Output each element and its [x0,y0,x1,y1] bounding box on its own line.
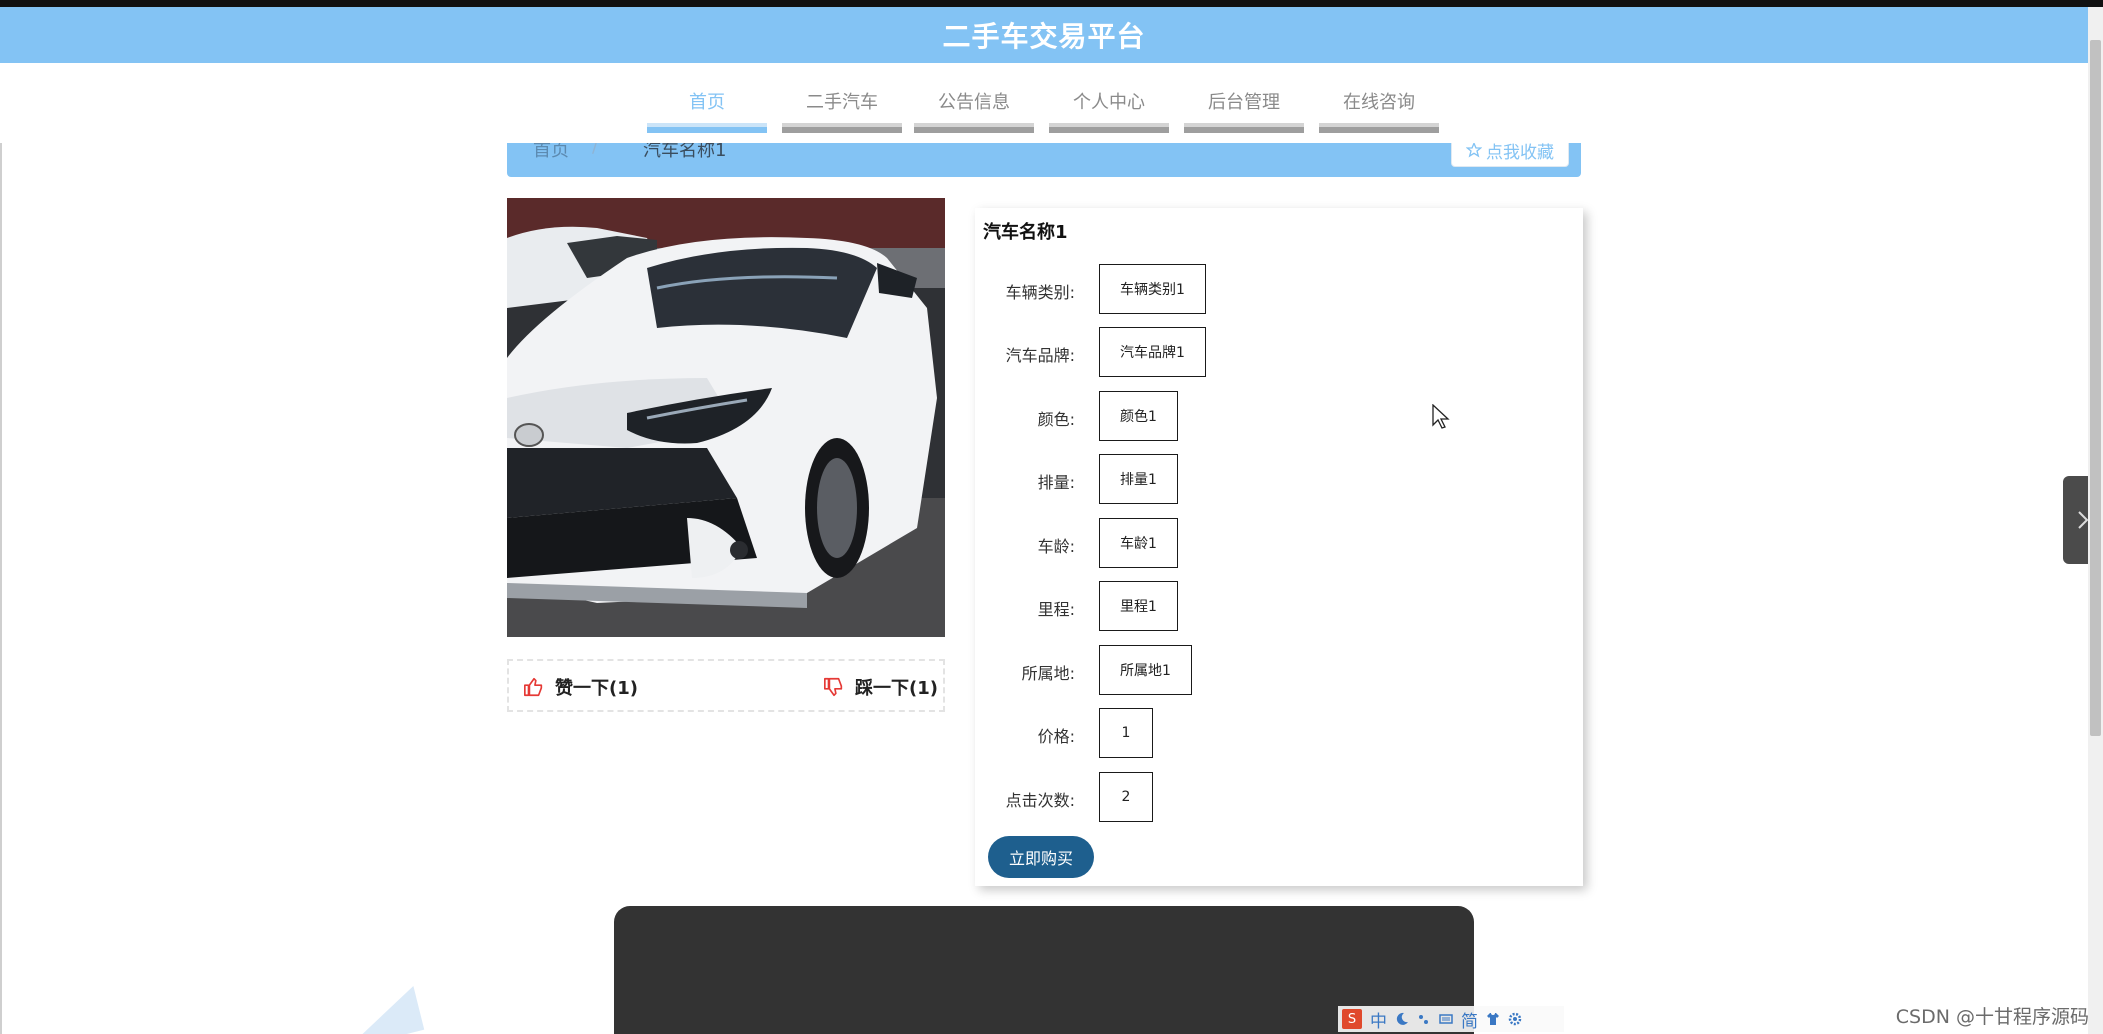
ime-language-toggle[interactable]: 中 [1370,1007,1387,1032]
field-click-count: 点击次数: 2 [975,772,1575,822]
field-displacement: 排量: 排量1 [975,454,1575,504]
buy-now-button[interactable]: 立即购买 [988,836,1094,878]
field-value: 1 [1099,708,1153,758]
field-car-age: 车龄: 车龄1 [975,518,1575,568]
field-car-brand: 汽车品牌: 汽车品牌1 [975,327,1575,377]
field-label: 汽车品牌: [1005,346,1075,365]
ime-simplified-toggle[interactable]: 简 [1461,1007,1478,1032]
field-label: 车辆类别: [1005,283,1075,302]
site-title: 二手车交易平台 [942,20,1146,53]
site-header: 二手车交易平台 [0,7,2088,63]
breadcrumb-home-link[interactable]: 首页 [533,143,569,162]
main-nav: 首页 二手汽车 公告信息 个人中心 后台管理 在线咨询 [0,63,2088,143]
field-label: 排量: [1037,473,1075,492]
nav-item-underline [1184,123,1304,133]
field-value: 排量1 [1099,454,1178,504]
left-border [0,63,2,1034]
thumbs-down-icon [824,677,843,697]
field-value: 里程1 [1099,581,1178,631]
field-label: 车龄: [1037,537,1075,556]
nav-item-label: 在线咨询 [1343,92,1415,113]
dislike-button[interactable]: 踩一下(1) [823,674,938,700]
window-top-edge [0,0,2103,7]
nav-item-label: 公告信息 [938,92,1010,113]
car-detail-card: 汽车名称1 车辆类别: 车辆类别1 汽车品牌: 汽车品牌1 颜色: 颜色1 排量… [975,208,1583,886]
field-value: 车辆类别1 [1099,264,1206,314]
nav-item-underline [1319,123,1439,133]
field-color: 颜色: 颜色1 [975,391,1575,441]
like-label: 赞一下(1) [555,678,638,699]
field-value: 2 [1099,772,1153,822]
page-root: 二手车交易平台 首页 二手汽车 公告信息 个人中心 后台管理 在线咨询 首页 /… [0,0,2103,1034]
breadcrumb-separator: / [592,143,599,157]
nav-item-label: 二手汽车 [806,92,878,113]
mouse-cursor-icon [1432,404,1450,429]
vote-bar: 赞一下(1) 踩一下(1) [507,659,945,712]
field-label: 里程: [1037,600,1075,619]
keyboard-icon[interactable] [1439,1012,1453,1026]
favorite-button[interactable]: 点我收藏 [1451,143,1569,167]
breadcrumb: 首页 / 汽车名称1 点我收藏 [507,143,1581,177]
punctuation-icon[interactable] [1417,1012,1431,1026]
nav-item-label: 首页 [689,92,725,113]
like-button[interactable]: 赞一下(1) [523,674,638,700]
star-outline-icon [1466,143,1482,158]
nav-item-underline [647,123,767,133]
field-label: 颜色: [1037,410,1075,429]
field-label: 所属地: [1021,664,1075,683]
field-location: 所属地: 所属地1 [975,645,1575,695]
decorative-shape [335,985,425,1034]
field-mileage: 里程: 里程1 [975,581,1575,631]
ime-toolbar: S 中 简 [1338,1006,1564,1032]
breadcrumb-current: 汽车名称1 [643,143,727,161]
field-value: 颜色1 [1099,391,1178,441]
nav-item-personal-center[interactable]: 个人中心 [1049,63,1169,133]
field-label: 点击次数: [1005,791,1075,810]
nav-item-underline [1049,123,1169,133]
car-name: 汽车名称1 [983,222,1068,243]
field-value: 汽车品牌1 [1099,327,1206,377]
thumbs-up-icon [524,677,543,697]
nav-item-label: 后台管理 [1208,92,1280,113]
field-price: 价格: 1 [975,708,1575,758]
nav-item-admin[interactable]: 后台管理 [1184,63,1304,133]
car-photo [507,198,945,637]
page-scrollbar-thumb[interactable] [2090,40,2101,736]
field-vehicle-category: 车辆类别: 车辆类别1 [975,264,1575,314]
shirt-icon[interactable] [1486,1012,1500,1026]
field-value: 所属地1 [1099,645,1192,695]
nav-item-underline [914,123,1034,133]
nav-item-underline [782,123,902,133]
field-value: 车龄1 [1099,518,1178,568]
nav-item-used-cars[interactable]: 二手汽车 [782,63,902,133]
car-photo-illustration [507,198,945,637]
nav-item-online-consult[interactable]: 在线咨询 [1319,63,1439,133]
ime-logo[interactable]: S [1342,1009,1362,1029]
favorite-button-label: 点我收藏 [1486,143,1554,163]
watermark-text: CSDN @十甘程序源码 [1895,1006,2089,1028]
gear-icon[interactable] [1508,1012,1522,1026]
nav-item-announcements[interactable]: 公告信息 [914,63,1034,133]
dislike-label: 踩一下(1) [855,678,938,699]
nav-item-label: 个人中心 [1073,92,1145,113]
field-label: 价格: [1037,727,1075,746]
moon-icon[interactable] [1395,1012,1409,1026]
nav-item-home[interactable]: 首页 [647,63,767,133]
